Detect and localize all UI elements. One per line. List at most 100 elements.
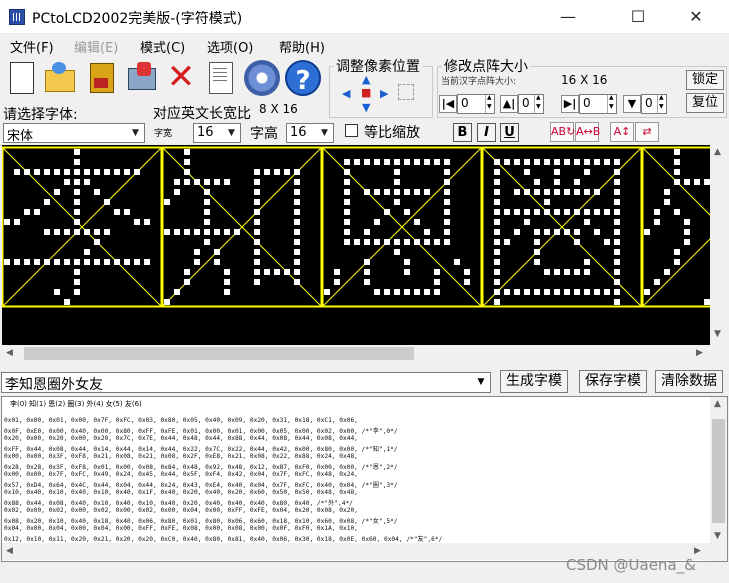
chevron-down-icon[interactable]: ▼ (223, 124, 240, 142)
scroll-left-icon[interactable]: ◀ (6, 546, 13, 556)
matrix-pixel (674, 149, 680, 155)
scroll-right-icon[interactable]: ▶ (696, 348, 703, 358)
height-bottom-spinner[interactable]: 0 (641, 94, 667, 114)
output-line: 0x0F, 0xE0, 0x00, 0x40, 0x00, 0x80, 0xFF… (4, 428, 398, 435)
generate-button[interactable]: 生成字模 (500, 370, 568, 393)
matrix-pixel (414, 219, 420, 225)
matrix-pixel (544, 229, 550, 235)
matrix-pixel (354, 239, 360, 245)
underline-button[interactable]: U (500, 123, 519, 142)
matrix-pixel (574, 269, 580, 275)
text-page-icon[interactable] (203, 58, 237, 98)
settings-gear-icon[interactable] (244, 60, 280, 96)
open-folder-icon[interactable] (42, 58, 76, 98)
height-top-spinner[interactable]: 0 (518, 94, 544, 114)
matrix-pixel (514, 229, 520, 235)
help-icon[interactable]: ? (285, 60, 321, 96)
matrix-pixel (494, 189, 500, 195)
matrix-pixel (254, 179, 260, 185)
scroll-left-icon[interactable]: ◀ (6, 348, 13, 358)
clear-data-button[interactable]: 清除数据 (655, 370, 723, 393)
shift-left-arrow[interactable]: ◀ (342, 87, 350, 100)
grow-height-icon[interactable]: ▼ (623, 95, 641, 113)
matrix-pixel (74, 289, 80, 295)
canvas-vertical-scrollbar[interactable]: ▲ ▼ (710, 145, 727, 345)
center-icon[interactable]: ■ (361, 86, 371, 99)
reset-button[interactable]: 复位 (686, 93, 724, 113)
menu-file[interactable]: 文件(F) (10, 37, 54, 56)
matrix-pixel (434, 289, 440, 295)
grow-width-icon[interactable]: ▶| (561, 95, 579, 113)
save-font-button[interactable]: 保存字模 (579, 370, 647, 393)
menu-options[interactable]: 选项(O) (207, 37, 253, 56)
text-input[interactable]: 李知恩圈外女友 ▼ (1, 372, 491, 393)
new-document-icon[interactable] (6, 58, 40, 98)
matrix-pixel (74, 209, 80, 215)
scroll-down-icon[interactable]: ▼ (714, 329, 721, 339)
matrix-pixel (254, 199, 260, 205)
matrix-pixel (84, 179, 90, 185)
shrink-width-icon[interactable]: |◀ (439, 95, 457, 113)
output-textarea[interactable]: 李(0) 知(1) 恩(2) 圈(3) 外(4) 女(5) 友(6) 0x01,… (1, 396, 728, 562)
menu-edit[interactable]: 编辑(E) (74, 37, 118, 56)
lock-button[interactable]: 锁定 (686, 70, 724, 90)
shift-right-arrow[interactable]: ▶ (380, 87, 388, 100)
scroll-down-icon[interactable]: ▼ (714, 531, 721, 541)
matrix-pixel (294, 169, 300, 175)
shift-down-arrow[interactable]: ▼ (362, 101, 370, 114)
maximize-button[interactable]: ☐ (615, 0, 661, 33)
matrix-pixel (444, 229, 450, 235)
menu-mode[interactable]: 模式(C) (140, 37, 185, 56)
matrix-pixel (54, 289, 60, 295)
matrix-pixel (224, 229, 230, 235)
matrix-pixel (444, 159, 450, 165)
matrix-pixel (254, 209, 260, 215)
save-icon[interactable] (85, 58, 119, 98)
scroll-up-icon[interactable]: ▲ (714, 147, 721, 157)
matrix-pixel (494, 249, 500, 255)
matrix-pixel (614, 269, 620, 275)
matrix-pixel (664, 189, 670, 195)
font-height-select[interactable]: 16 ▼ (286, 123, 334, 143)
dot-matrix-canvas[interactable] (2, 145, 710, 345)
matrix-pixel (544, 209, 550, 215)
matrix-pixel (514, 289, 520, 295)
matrix-pixel (574, 239, 580, 245)
output-line: 0xFF, 0x44, 0x08, 0x44, 0x14, 0x44, 0x14… (4, 446, 398, 453)
delete-x-icon[interactable]: ✕ (164, 58, 198, 98)
scrollbar-thumb[interactable] (712, 419, 725, 523)
scroll-right-icon[interactable]: ▶ (694, 546, 701, 556)
width-right-spinner[interactable]: 0 (579, 94, 617, 114)
output-vertical-scrollbar[interactable]: ▲ ▼ (710, 397, 727, 561)
font-image-icon[interactable] (125, 58, 159, 98)
matrix-pixel (654, 279, 660, 285)
matrix-pixel (74, 279, 80, 285)
flip-vertical-icon[interactable]: A↕ (610, 122, 634, 142)
matrix-pixel (494, 199, 500, 205)
chevron-down-icon[interactable]: ▼ (316, 124, 333, 142)
flip-horizontal-icon[interactable]: A↔B (575, 122, 600, 142)
close-button[interactable]: ✕ (673, 0, 719, 33)
font-width-select[interactable]: 16 ▼ (193, 123, 241, 143)
minimize-button[interactable]: — (545, 0, 591, 33)
canvas-horizontal-scrollbar[interactable]: ◀ ▶ (2, 345, 710, 362)
chevron-down-icon[interactable]: ▼ (472, 373, 490, 392)
menu-help[interactable]: 帮助(H) (279, 37, 325, 56)
font-select[interactable]: 宋体 ▼ (3, 123, 145, 144)
shift-up-arrow[interactable]: ▲ (362, 73, 370, 86)
chevron-down-icon[interactable]: ▼ (127, 124, 144, 142)
bold-button[interactable]: B (453, 123, 472, 142)
scrollbar-thumb[interactable] (24, 347, 414, 360)
italic-button[interactable]: I (477, 123, 496, 142)
matrix-pixel (524, 289, 530, 295)
matrix-pixel (394, 249, 400, 255)
mirror-icon[interactable]: ⇄ (635, 122, 659, 142)
rotate-left-icon[interactable]: AB↻ (550, 122, 575, 142)
shrink-height-icon[interactable]: ▲| (500, 95, 518, 113)
width-left-spinner[interactable]: 0 (457, 94, 495, 114)
proportional-checkbox[interactable] (345, 124, 358, 137)
matrix-pixel (84, 169, 90, 175)
scroll-up-icon[interactable]: ▲ (714, 399, 721, 409)
matrix-pixel (214, 179, 220, 185)
reset-position-icon[interactable] (398, 84, 414, 100)
